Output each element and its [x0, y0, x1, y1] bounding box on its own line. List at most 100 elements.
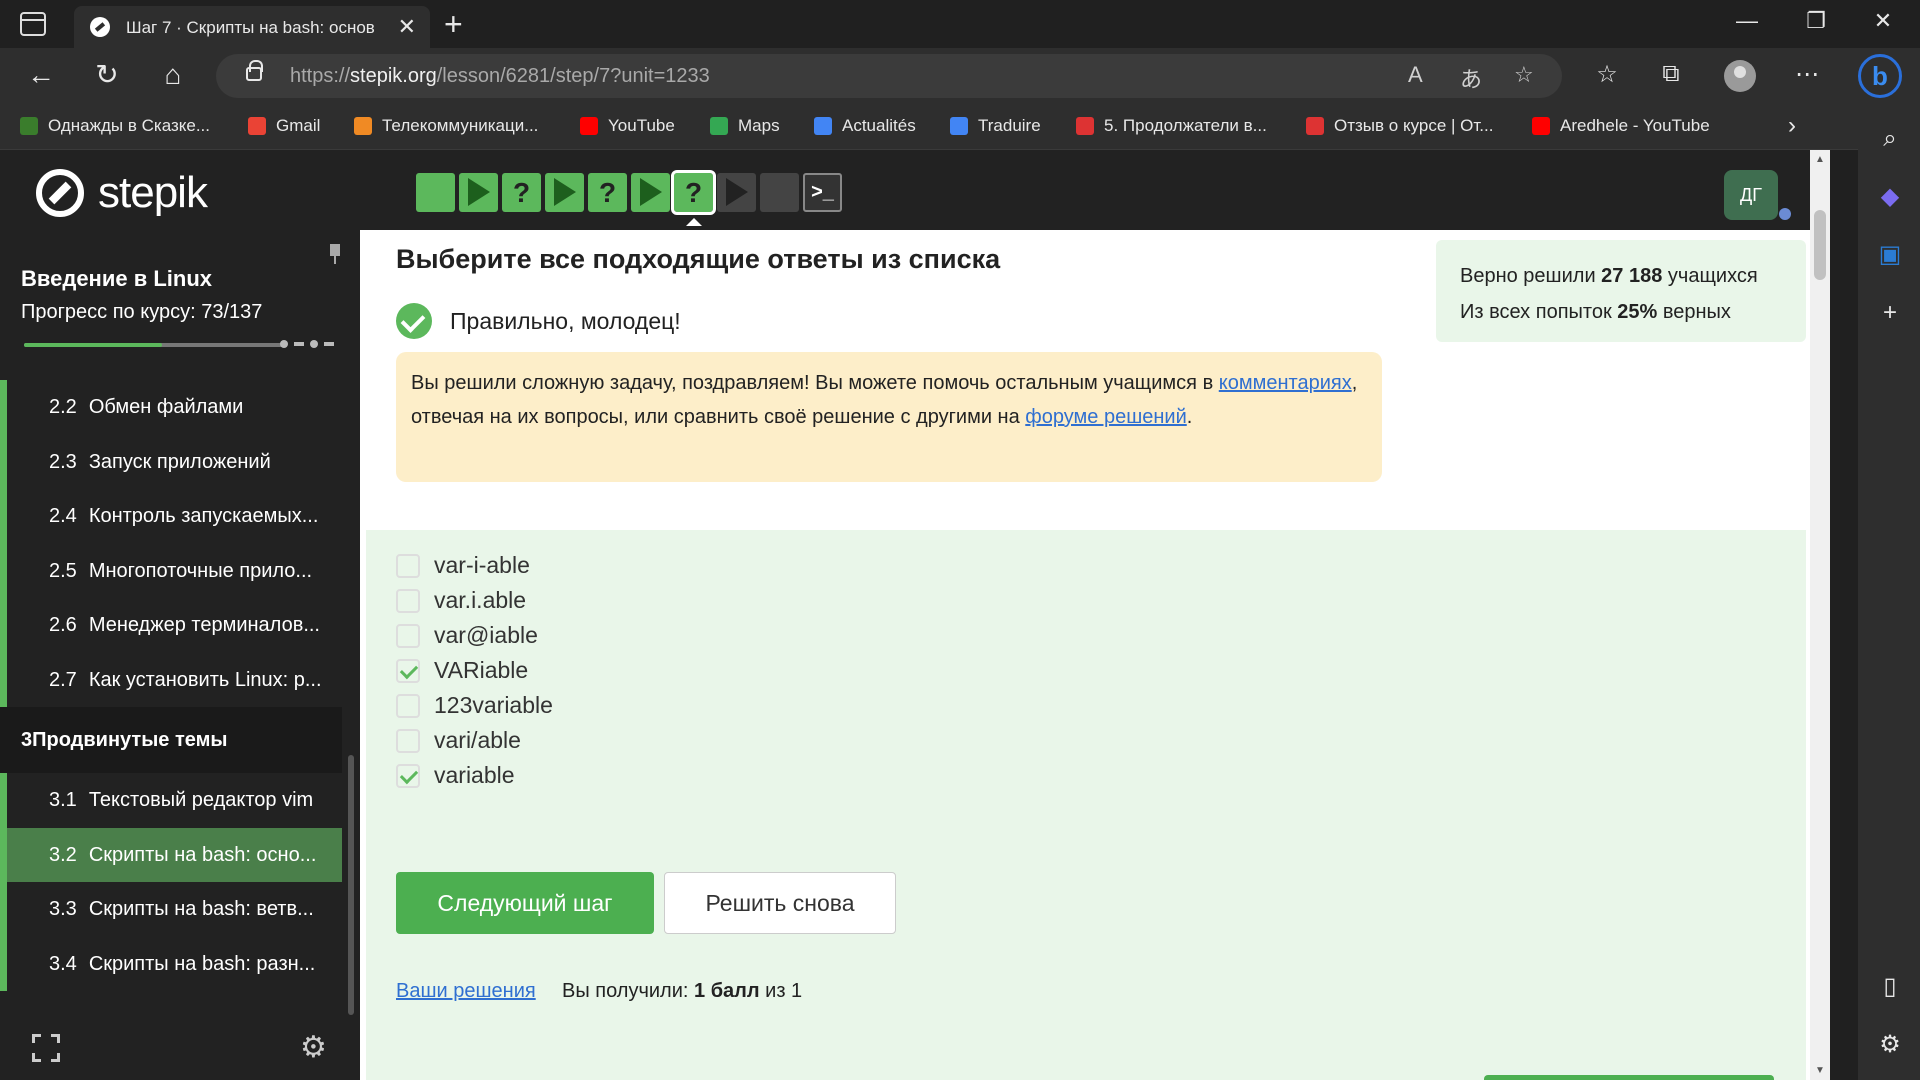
- search-icon[interactable]: ⌕: [1877, 126, 1903, 152]
- bing-copilot-icon[interactable]: b: [1858, 54, 1902, 98]
- fullscreen-icon[interactable]: [32, 1034, 60, 1062]
- browser-tab[interactable]: Шаг 7 · Скрипты на bash: основ ✕: [74, 6, 430, 48]
- bookmark-item[interactable]: Телекоммуникаци...: [354, 116, 538, 136]
- course-title[interactable]: Введение в Linux: [21, 266, 212, 292]
- checkbox-unchecked[interactable]: [396, 693, 420, 718]
- pin-icon[interactable]: [328, 244, 342, 264]
- new-tab-icon[interactable]: +: [444, 6, 463, 43]
- gear-icon[interactable]: ⚙: [300, 1030, 327, 1065]
- home-icon[interactable]: ⌂: [156, 60, 190, 90]
- minimize-icon[interactable]: —: [1732, 8, 1762, 34]
- solutions-forum-link[interactable]: форуме решений: [1025, 406, 1186, 428]
- address-bar[interactable]: https://stepik.org/lesson/6281/step/7?un…: [216, 54, 1562, 98]
- bookmark-item[interactable]: Aredhele - YouTube: [1532, 116, 1710, 136]
- bookmark-item[interactable]: Actualités: [814, 116, 916, 136]
- tab-actions-icon[interactable]: [20, 12, 46, 36]
- close-window-icon[interactable]: ✕: [1868, 8, 1898, 34]
- sidebar-lesson-item[interactable]: 3.3 Скрипты на bash: ветв...: [0, 882, 342, 937]
- answer-option[interactable]: VARiable: [396, 657, 528, 684]
- more-menu-icon[interactable]: ⋯: [1790, 60, 1824, 89]
- lock-icon[interactable]: [246, 60, 263, 81]
- checkbox-unchecked[interactable]: [396, 623, 420, 648]
- floating-action-bar[interactable]: [1484, 1075, 1774, 1080]
- checkbox-checked[interactable]: [396, 658, 420, 683]
- step-text-9[interactable]: [760, 173, 799, 212]
- sidebar-lesson-item[interactable]: 2.5 Многопоточные прило...: [0, 543, 342, 598]
- sidebar-section[interactable]: 3Продвинутые темы: [0, 707, 342, 773]
- sidebar-lesson-item[interactable]: 3.1 Текстовый редактор vim: [0, 773, 342, 828]
- your-solutions-link[interactable]: Ваши решения: [396, 980, 536, 1003]
- sidebar-scrollbar[interactable]: [348, 755, 354, 1015]
- step-text-1[interactable]: [416, 173, 455, 212]
- restore-icon[interactable]: ❐: [1801, 8, 1831, 34]
- bookmark-item[interactable]: Gmail: [248, 116, 320, 136]
- answer-option[interactable]: 123variable: [396, 692, 553, 719]
- answer-option[interactable]: variable: [396, 762, 515, 789]
- step-video-4[interactable]: [545, 173, 584, 212]
- step-video-2[interactable]: [459, 173, 498, 212]
- translate-page-icon[interactable]: あ: [1460, 62, 1482, 94]
- bookmark-item[interactable]: Maps: [710, 116, 780, 136]
- sidebar-lesson-item[interactable]: 2.7 Как установить Linux: р...: [0, 652, 342, 707]
- checkbox-unchecked[interactable]: [396, 728, 420, 753]
- profile-avatar[interactable]: [1724, 60, 1756, 92]
- checkbox-unchecked[interactable]: [396, 588, 420, 613]
- sidebar-lesson-item[interactable]: 3.2 Скрипты на bash: осно...: [0, 827, 342, 882]
- comments-link[interactable]: комментариях: [1219, 372, 1352, 394]
- copilot-icon[interactable]: ◆: [1877, 184, 1903, 210]
- answer-option[interactable]: var-i-able: [396, 552, 530, 579]
- sidebar-lesson-item[interactable]: 2.6 Менеджер терминалов...: [0, 598, 342, 653]
- answer-option[interactable]: var.i.able: [396, 587, 526, 614]
- step-quiz-3[interactable]: ?: [502, 173, 541, 212]
- sidebar-lesson-item[interactable]: 3.4 Скрипты на bash: разн...: [0, 936, 342, 991]
- answer-option[interactable]: var@iable: [396, 622, 538, 649]
- lesson-number: 3.2: [49, 843, 77, 866]
- next-step-button[interactable]: Следующий шаг: [396, 872, 654, 934]
- step-video-8[interactable]: [717, 173, 756, 212]
- step-video-6[interactable]: [631, 173, 670, 212]
- stepik-logo[interactable]: stepik: [36, 168, 208, 218]
- refresh-icon[interactable]: ↻: [90, 60, 124, 90]
- bookmark-item[interactable]: 5. Продолжатели в...: [1076, 116, 1267, 136]
- lesson-list: 2.2 Обмен файлами 2.3 Запуск приложений 2.4 К…: [0, 380, 342, 991]
- scroll-up-icon[interactable]: ▲: [1815, 154, 1825, 165]
- page-scrollbar[interactable]: ▲ ▼: [1810, 150, 1830, 1080]
- lesson-title: Скрипты на bash: разн...: [88, 952, 316, 975]
- lesson-number: 2.2: [49, 396, 77, 418]
- sidebar-layout-icon[interactable]: ▯: [1877, 974, 1903, 1000]
- outlook-icon[interactable]: ▣: [1877, 242, 1903, 268]
- checkbox-checked[interactable]: [396, 763, 420, 788]
- step-quiz-5[interactable]: ?: [588, 173, 627, 212]
- add-favorite-icon[interactable]: ☆: [1514, 62, 1534, 88]
- sidebar-lesson-item[interactable]: 2.2 Обмен файлами: [0, 380, 342, 435]
- url-text[interactable]: https://stepik.org/lesson/6281/step/7?un…: [290, 65, 710, 88]
- solve-again-button[interactable]: Решить снова: [664, 872, 896, 934]
- lesson-title: Скрипты на bash: ветв...: [88, 898, 314, 920]
- read-aloud-icon[interactable]: A: [1408, 62, 1423, 88]
- stats-solved: Верно решили 27 188 учащихся: [1460, 265, 1758, 287]
- scroll-down-icon[interactable]: ▼: [1815, 1065, 1825, 1076]
- checkbox-unchecked[interactable]: [396, 553, 420, 578]
- play-icon: [639, 178, 662, 206]
- bookmark-item[interactable]: Отзыв о курсе | От...: [1306, 116, 1493, 136]
- sidebar-lesson-item[interactable]: 2.3 Запуск приложений: [0, 434, 342, 489]
- bookmark-item[interactable]: YouTube: [580, 116, 675, 136]
- tab-close-icon[interactable]: ✕: [398, 14, 416, 40]
- answer-option[interactable]: vari/able: [396, 727, 521, 754]
- favorites-icon[interactable]: ☆: [1590, 60, 1624, 89]
- bookmark-item[interactable]: Однажды в Сказке...: [20, 116, 210, 136]
- answer-label: VARiable: [434, 657, 529, 683]
- bookmarks-overflow-icon[interactable]: ›: [1788, 112, 1796, 140]
- bookmark-item[interactable]: Traduire: [950, 116, 1041, 136]
- back-icon[interactable]: ←: [24, 60, 58, 90]
- step-quiz-7[interactable]: ?: [671, 170, 716, 226]
- scroll-thumb[interactable]: [1814, 210, 1826, 280]
- collections-icon[interactable]: ⧉: [1654, 60, 1688, 88]
- add-sidebar-app-icon[interactable]: +: [1877, 300, 1903, 326]
- sidebar-lesson-item[interactable]: 2.4 Контроль запускаемых...: [0, 489, 342, 544]
- page-viewport: stepik ??? >_ ДГ Введение в Linux Прогрес…: [0, 150, 1830, 1080]
- settings-icon[interactable]: ⚙: [1877, 1032, 1903, 1058]
- step-terminal-10[interactable]: >_: [803, 173, 842, 212]
- user-avatar[interactable]: ДГ: [1724, 170, 1778, 220]
- course-progress-fill: [24, 343, 162, 347]
